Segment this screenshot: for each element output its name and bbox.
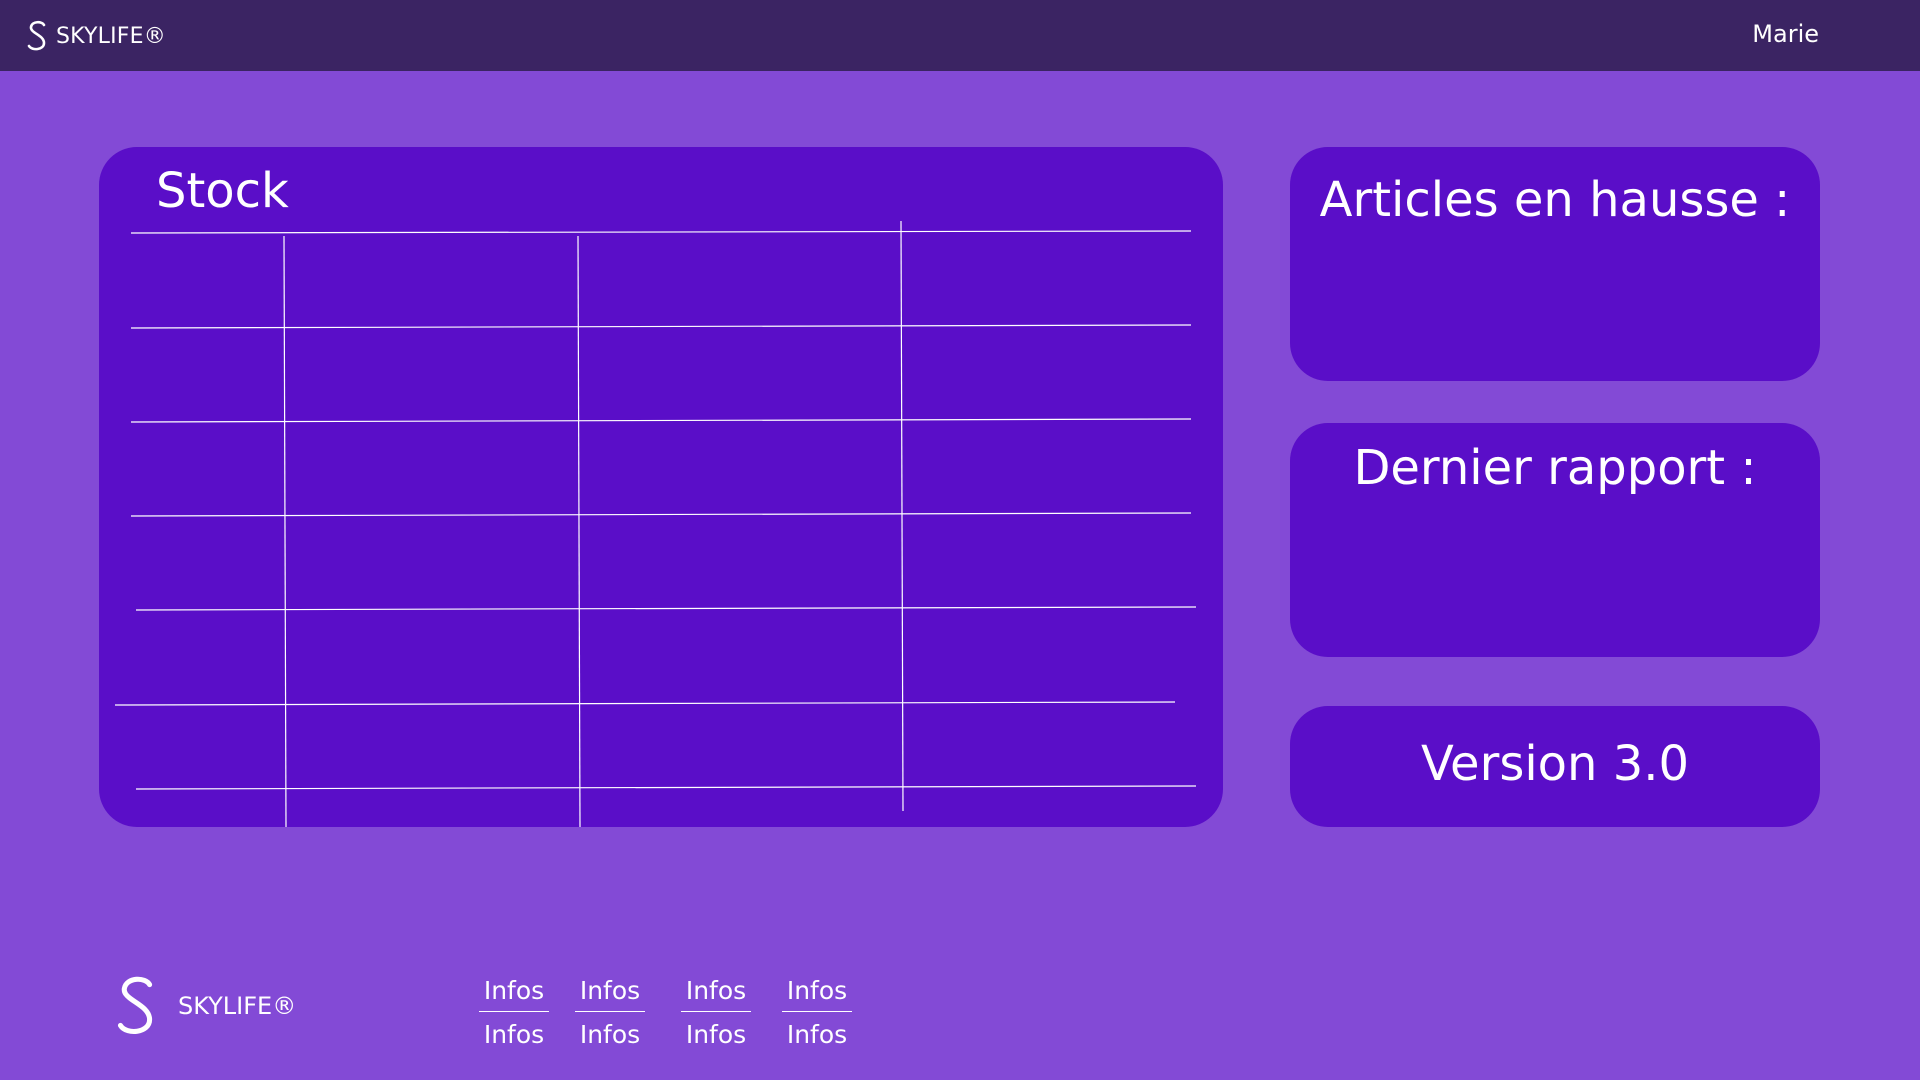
footer-link[interactable]: Infos [575,974,645,1012]
table-column-line [283,235,287,827]
stock-panel: Stock [99,147,1223,827]
footer-link-column: Infos Infos [782,974,852,1052]
footer-link-column: Infos Infos [575,974,645,1052]
skylife-logo-icon [27,20,46,51]
user-name[interactable]: Marie [1752,20,1819,48]
version-panel: Version 3.0 [1290,706,1820,827]
table-row-line [114,701,1176,706]
table-row-line [135,785,1197,790]
table-row-line [130,324,1192,329]
table-column-line [577,235,581,827]
table-row-line [130,512,1192,517]
footer-link[interactable]: Infos [782,1018,852,1052]
footer-link[interactable]: Infos [479,974,549,1012]
trending-articles-title: Articles en hausse : [1319,172,1791,228]
footer-link[interactable]: Infos [782,974,852,1012]
version-label: Version 3.0 [1420,736,1690,792]
footer-links: Infos Infos Infos Infos Infos Infos Info… [0,974,1920,1054]
stock-title: Stock [156,163,289,219]
table-row-line [135,606,1197,611]
stock-table-grid [114,220,1197,827]
footer-link[interactable]: Infos [479,1018,549,1052]
last-report-title: Dernier rapport : [1353,440,1757,496]
footer-link[interactable]: Infos [681,974,751,1012]
footer-link-column: Infos Infos [681,974,751,1052]
last-report-panel[interactable]: Dernier rapport : [1290,423,1820,657]
trending-articles-panel[interactable]: Articles en hausse : [1290,147,1820,381]
footer-link-column: Infos Infos [479,974,549,1052]
brand-name: SKYLIFE® [56,23,166,49]
footer-link[interactable]: Infos [681,1018,751,1052]
table-column-line [900,220,904,812]
table-row-line [130,230,1192,234]
table-row-line [130,418,1192,423]
top-bar: SKYLIFE® Marie [0,0,1920,71]
footer-link[interactable]: Infos [575,1018,645,1052]
header-brand[interactable]: SKYLIFE® [26,18,166,54]
